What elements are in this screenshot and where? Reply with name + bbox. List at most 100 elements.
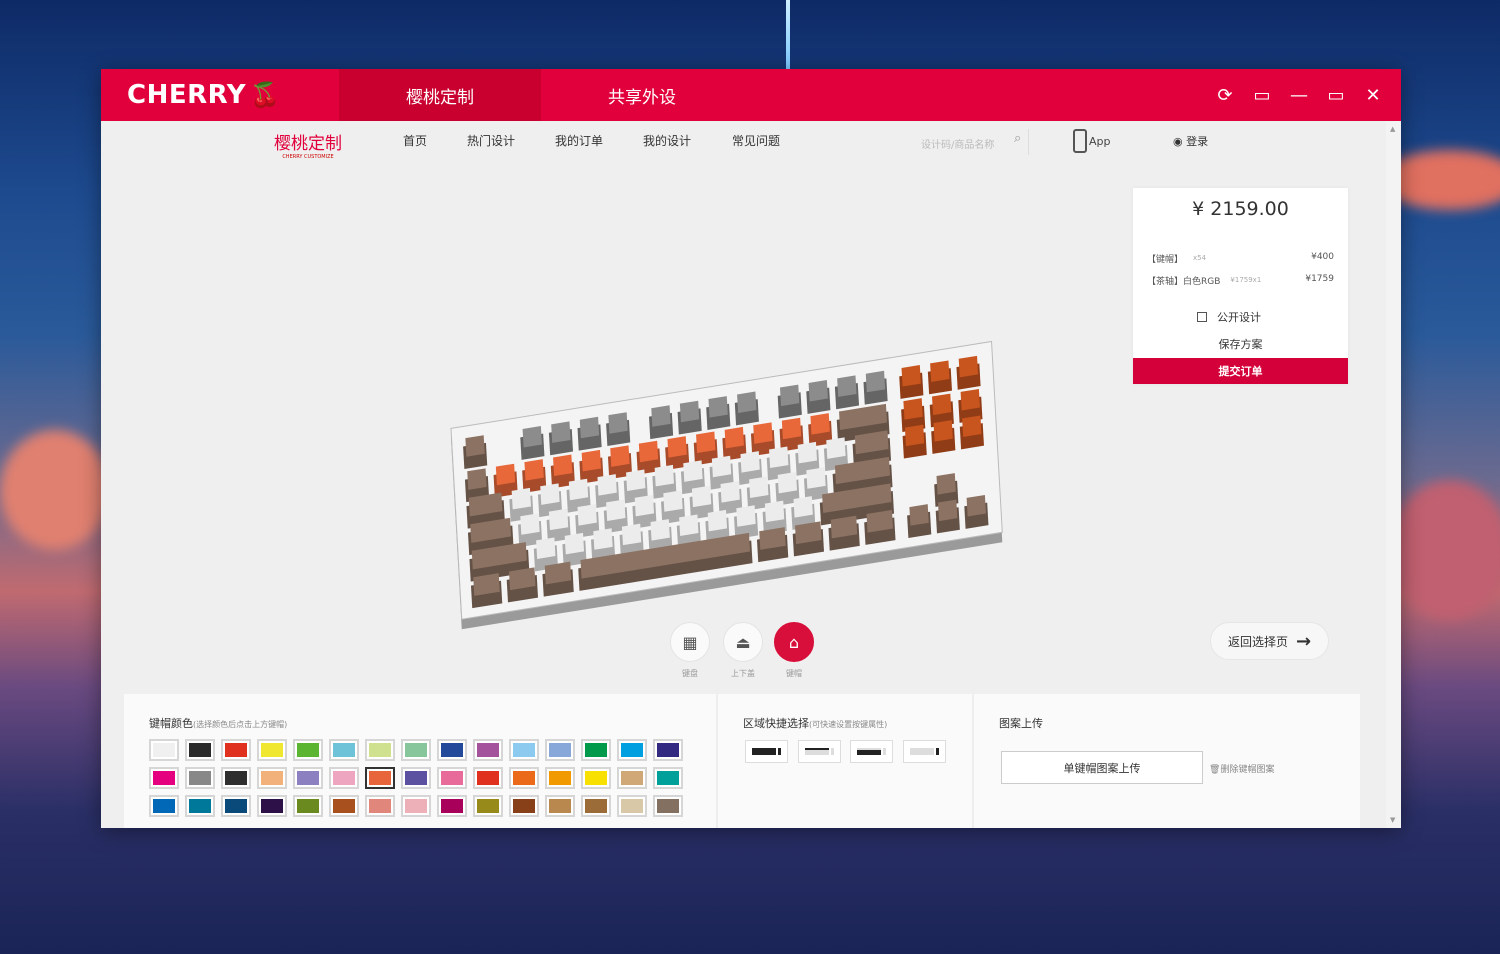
keycap[interactable]: [865, 370, 886, 393]
keycap[interactable]: [930, 360, 950, 382]
color-swatch[interactable]: [509, 767, 539, 789]
color-swatch[interactable]: [617, 739, 647, 761]
keycap[interactable]: [903, 398, 923, 420]
keycap[interactable]: [937, 499, 958, 522]
color-swatch[interactable]: [293, 795, 323, 817]
keycap[interactable]: [931, 393, 952, 416]
color-swatch[interactable]: [185, 739, 215, 761]
color-swatch[interactable]: [365, 795, 395, 817]
keycap[interactable]: [781, 417, 802, 440]
mode-keyboard-button[interactable]: ▦: [670, 622, 710, 662]
keycap[interactable]: [650, 519, 670, 541]
color-swatch[interactable]: [221, 795, 251, 817]
color-swatch[interactable]: [473, 739, 503, 761]
keycap[interactable]: [696, 431, 716, 454]
keycap[interactable]: [553, 454, 573, 477]
public-design-checkbox[interactable]: 公开设计: [1197, 309, 1261, 325]
mode-case-button[interactable]: ⏏: [723, 622, 763, 662]
color-swatch[interactable]: [365, 767, 395, 789]
keycap[interactable]: [769, 446, 789, 469]
keycap[interactable]: [958, 355, 979, 378]
color-swatch[interactable]: [329, 795, 359, 817]
keycap[interactable]: [621, 523, 642, 546]
keycap[interactable]: [551, 421, 571, 443]
color-swatch[interactable]: [401, 767, 431, 789]
keycap[interactable]: [736, 505, 756, 527]
keycap[interactable]: [720, 481, 740, 503]
color-swatch[interactable]: [185, 767, 215, 789]
color-swatch[interactable]: [401, 739, 431, 761]
color-swatch[interactable]: [437, 795, 467, 817]
keycap[interactable]: [806, 467, 826, 489]
color-swatch[interactable]: [329, 767, 359, 789]
keycap[interactable]: [536, 537, 556, 559]
keycap[interactable]: [679, 514, 699, 536]
color-swatch[interactable]: [545, 767, 575, 789]
color-swatch[interactable]: [149, 739, 179, 761]
keycap[interactable]: [901, 365, 921, 387]
keycap[interactable]: [524, 459, 544, 481]
keycap[interactable]: [679, 400, 700, 423]
keycap[interactable]: [495, 463, 516, 486]
keycap[interactable]: [904, 424, 925, 447]
keycap[interactable]: [683, 460, 703, 482]
scroll-up-icon[interactable]: ▲: [1390, 125, 1395, 133]
color-swatch[interactable]: [221, 767, 251, 789]
keycap[interactable]: [608, 412, 628, 434]
mode-keycap-button[interactable]: ⌂: [774, 622, 814, 662]
keycap[interactable]: [808, 380, 828, 402]
keycap[interactable]: [663, 490, 683, 512]
submit-order-button[interactable]: 提交订单: [1133, 358, 1348, 384]
color-swatch[interactable]: [293, 767, 323, 789]
keycap[interactable]: [651, 405, 671, 427]
keycap[interactable]: [909, 504, 929, 526]
quick-select-function-row[interactable]: [798, 740, 841, 763]
color-swatch[interactable]: [257, 795, 287, 817]
keycap[interactable]: [777, 471, 798, 494]
keycap[interactable]: [960, 388, 980, 411]
keycap[interactable]: [540, 483, 560, 505]
keycap[interactable]: [737, 391, 757, 413]
keycap[interactable]: [564, 532, 585, 555]
keycap[interactable]: [837, 375, 857, 397]
keycap[interactable]: [764, 500, 785, 523]
color-swatch[interactable]: [221, 739, 251, 761]
keycap[interactable]: [793, 496, 813, 518]
color-swatch[interactable]: [509, 739, 539, 761]
color-swatch[interactable]: [653, 767, 683, 789]
keycap[interactable]: [711, 455, 732, 478]
color-swatch[interactable]: [293, 739, 323, 761]
color-swatch[interactable]: [473, 795, 503, 817]
keycap[interactable]: [577, 504, 597, 526]
keycap[interactable]: [467, 468, 487, 490]
keycap[interactable]: [634, 494, 655, 517]
keycap[interactable]: [638, 440, 659, 463]
keycap[interactable]: [520, 513, 540, 535]
keycap[interactable]: [579, 416, 600, 439]
keycap[interactable]: [610, 445, 630, 467]
keycap[interactable]: [753, 422, 773, 444]
color-swatch[interactable]: [401, 795, 431, 817]
color-swatch[interactable]: [581, 767, 611, 789]
keycap[interactable]: [593, 528, 613, 550]
keycap[interactable]: [740, 451, 760, 473]
keycap[interactable]: [708, 396, 728, 418]
keycap[interactable]: [707, 509, 728, 532]
keycap[interactable]: [548, 508, 569, 531]
keycap[interactable]: [933, 420, 953, 442]
color-swatch[interactable]: [257, 767, 287, 789]
keycap[interactable]: [606, 499, 626, 521]
keycap[interactable]: [568, 478, 589, 501]
color-swatch[interactable]: [365, 739, 395, 761]
save-plan-button[interactable]: 保存方案: [1133, 336, 1348, 352]
keycap[interactable]: [936, 473, 956, 495]
keycap[interactable]: [749, 476, 769, 498]
color-swatch[interactable]: [149, 795, 179, 817]
color-swatch[interactable]: [329, 739, 359, 761]
keycap[interactable]: [522, 426, 542, 448]
color-swatch[interactable]: [437, 739, 467, 761]
keycap[interactable]: [724, 426, 745, 449]
scrollbar[interactable]: ▲ ▼: [1386, 121, 1401, 828]
keycap[interactable]: [597, 474, 617, 496]
color-swatch[interactable]: [509, 795, 539, 817]
